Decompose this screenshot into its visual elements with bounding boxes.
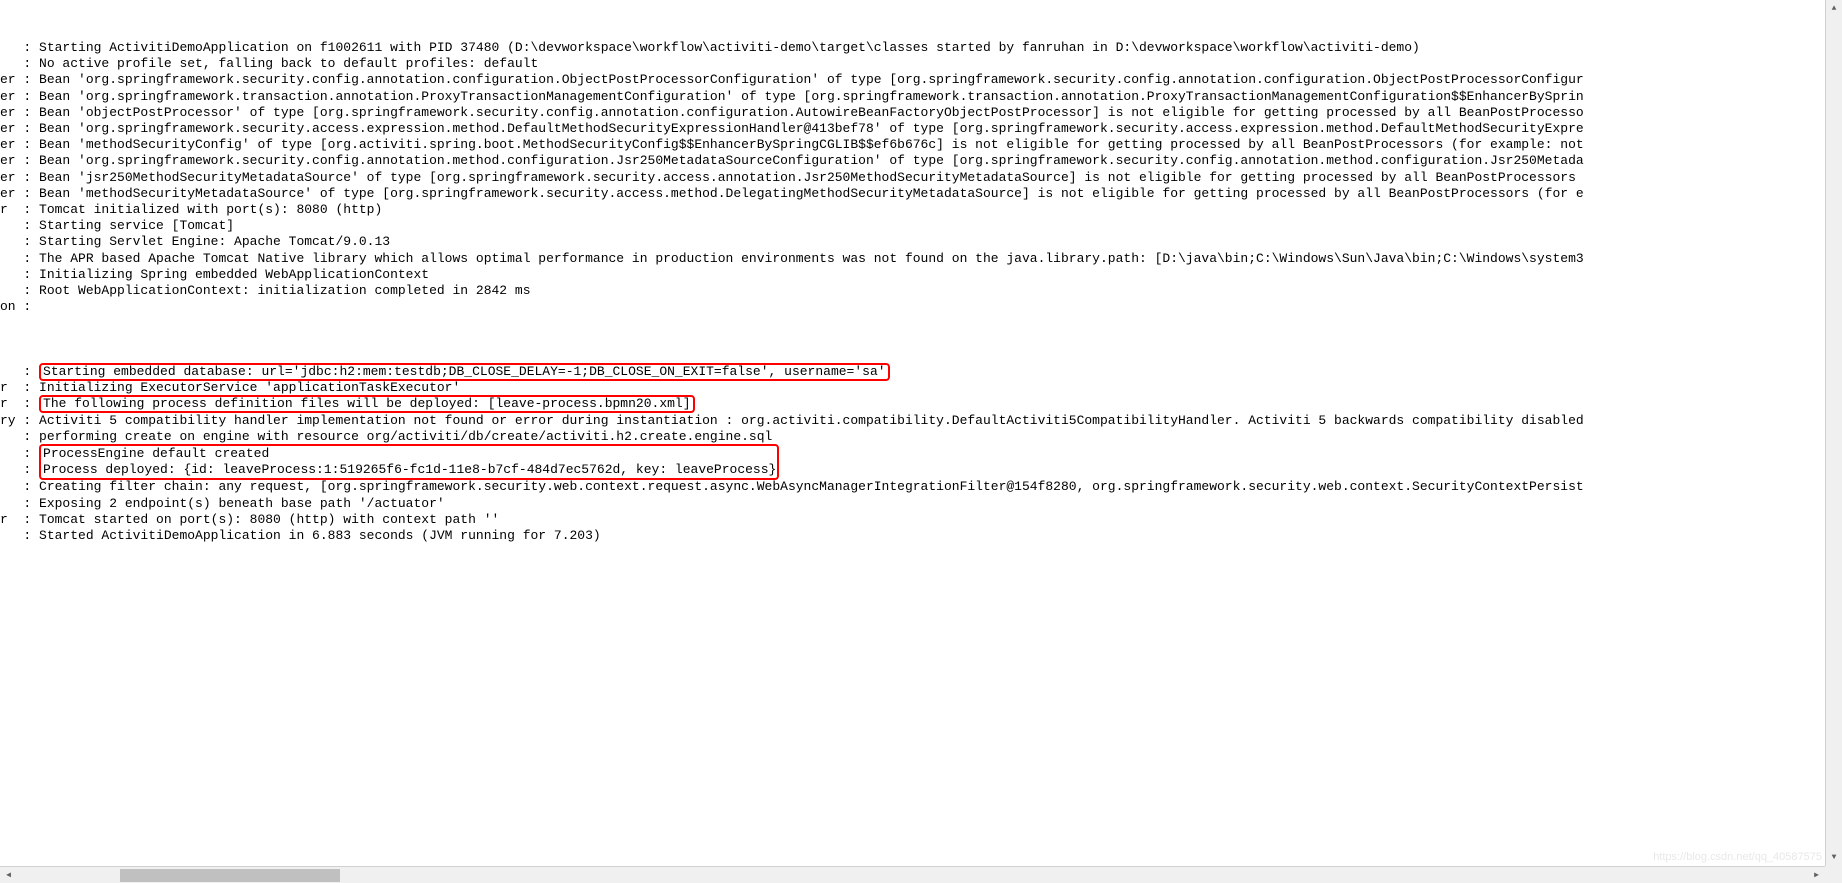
log-text: Bean 'jsr250MethodSecurityMetadataSource… [39,170,1584,185]
log-prefix: er : [0,170,39,185]
log-prefix: : [0,267,39,282]
log-prefix: : [0,56,39,71]
log-prefix: : [0,364,39,379]
log-prefix: r : [0,512,39,527]
blank-line [0,315,1842,331]
log-prefix: er : [0,153,39,168]
log-prefix: : [0,528,39,543]
highlighted-log-database: Starting embedded database: url='jdbc:h2… [39,363,890,381]
scroll-down-arrow-icon[interactable]: ▼ [1826,849,1842,866]
log-prefix: : [0,40,39,55]
blank-line [0,332,1842,348]
scroll-left-arrow-icon[interactable]: ◀ [0,867,17,883]
log-text: Started ActivitiDemoApplication in 6.883… [39,528,601,543]
log-text: Bean 'org.springframework.transaction.an… [39,89,1584,104]
log-text: Root WebApplicationContext: initializati… [39,283,530,298]
log-prefix: : [0,218,39,233]
log-line: : Creating filter chain: any request, [o… [0,479,1842,495]
log-line: r : The following process definition fil… [0,396,1842,412]
console-log-output: : Starting ActivitiDemoApplication on f1… [0,0,1842,865]
log-line: r : Tomcat started on port(s): 8080 (htt… [0,512,1842,528]
log-line: : Starting embedded database: url='jdbc:… [0,364,1842,380]
log-line: : Process deployed: {id: leaveProcess:1:… [0,462,1842,479]
log-prefix: er : [0,72,39,87]
log-line: : Starting Servlet Engine: Apache Tomcat… [0,234,1842,250]
log-line: ry : Activiti 5 compatibility handler im… [0,413,1842,429]
log-text: Starting ActivitiDemoApplication on f100… [39,40,1420,55]
log-prefix: : [0,234,39,249]
log-line: er : Bean 'methodSecurityMetadataSource'… [0,186,1842,202]
log-prefix: : [0,251,39,266]
log-line: er : Bean 'jsr250MethodSecurityMetadataS… [0,170,1842,186]
log-text: ProcessEngine default created [43,446,269,461]
log-prefix: er : [0,121,39,136]
log-text: Tomcat started on port(s): 8080 (http) w… [39,512,499,527]
log-text: Exposing 2 endpoint(s) beneath base path… [39,496,445,511]
log-line: : The APR based Apache Tomcat Native lib… [0,251,1842,267]
log-prefix: er : [0,89,39,104]
log-line: : performing create on engine with resou… [0,429,1842,445]
log-line: : Root WebApplicationContext: initializa… [0,283,1842,299]
log-line: er : Bean 'methodSecurityConfig' of type… [0,137,1842,153]
log-line: : Exposing 2 endpoint(s) beneath base pa… [0,496,1842,512]
log-text: No active profile set, falling back to d… [39,56,538,71]
log-prefix: er : [0,105,39,120]
log-prefix: : [0,479,39,494]
log-text: Bean 'org.springframework.security.acces… [39,121,1584,136]
highlighted-log-process-files: The following process definition files w… [39,395,695,413]
log-prefix: : [0,283,39,298]
log-line: : Started ActivitiDemoApplication in 6.8… [0,528,1842,544]
highlighted-log-process-engine: ProcessEngine default created [39,444,779,462]
log-line: er : Bean 'org.springframework.security.… [0,121,1842,137]
log-text: Bean 'org.springframework.security.confi… [39,153,1584,168]
log-text: Initializing Spring embedded WebApplicat… [39,267,429,282]
log-prefix: er : [0,186,39,201]
log-prefix: er : [0,137,39,152]
log-text: Creating filter chain: any request, [org… [39,479,1584,494]
log-text: Process deployed: {id: leaveProcess:1:51… [43,462,776,477]
log-prefix: : [0,429,39,444]
log-line: : Starting ActivitiDemoApplication on f1… [0,40,1842,56]
log-text: Initializing ExecutorService 'applicatio… [39,380,460,395]
horizontal-scrollbar-thumb[interactable] [120,869,340,882]
scroll-up-arrow-icon[interactable]: ▲ [1826,0,1842,17]
log-line: r : Tomcat initialized with port(s): 808… [0,202,1842,218]
log-text: performing create on engine with resourc… [39,429,772,444]
log-prefix: r : [0,396,39,411]
log-prefix: on : [0,299,39,314]
watermark: https://blog.csdn.net/qq_40587575 [1653,851,1822,863]
log-line: : Initializing Spring embedded WebApplic… [0,267,1842,283]
log-text: Starting Servlet Engine: Apache Tomcat/9… [39,234,390,249]
log-line: er : Bean 'org.springframework.transacti… [0,89,1842,105]
log-prefix: : [0,496,39,511]
log-prefix: r : [0,380,39,395]
log-text: Bean 'methodSecurityConfig' of type [org… [39,137,1584,152]
log-line: er : Bean 'org.springframework.security.… [0,153,1842,169]
vertical-scrollbar[interactable]: ▲ ▼ [1825,0,1842,866]
blank-line [0,348,1842,364]
log-prefix: : [0,462,39,477]
log-line: er : Bean 'org.springframework.security.… [0,72,1842,88]
log-prefix: ry : [0,413,39,428]
log-text: Activiti 5 compatibility handler impleme… [39,413,1584,428]
horizontal-scrollbar[interactable]: ◀ ▶ [0,866,1825,883]
log-text: Bean 'objectPostProcessor' of type [org.… [39,105,1584,120]
log-prefix: : [0,446,39,461]
log-line: : No active profile set, falling back to… [0,56,1842,72]
log-text: The APR based Apache Tomcat Native libra… [39,251,1584,266]
log-line: : ProcessEngine default created [0,445,1842,462]
scrollbar-corner [1825,866,1842,883]
log-text: Starting service [Tomcat] [39,218,234,233]
log-line: er : Bean 'objectPostProcessor' of type … [0,105,1842,121]
log-text: Bean 'org.springframework.security.confi… [39,72,1584,87]
log-text: Tomcat initialized with port(s): 8080 (h… [39,202,382,217]
log-line: : Starting service [Tomcat] [0,218,1842,234]
log-text: Bean 'methodSecurityMetadataSource' of t… [39,186,1584,201]
highlighted-log-process-deployed: Process deployed: {id: leaveProcess:1:51… [39,462,779,480]
log-line: r : Initializing ExecutorService 'applic… [0,380,1842,396]
scroll-right-arrow-icon[interactable]: ▶ [1808,867,1825,883]
log-line: on : [0,299,1842,315]
log-prefix: r : [0,202,39,217]
